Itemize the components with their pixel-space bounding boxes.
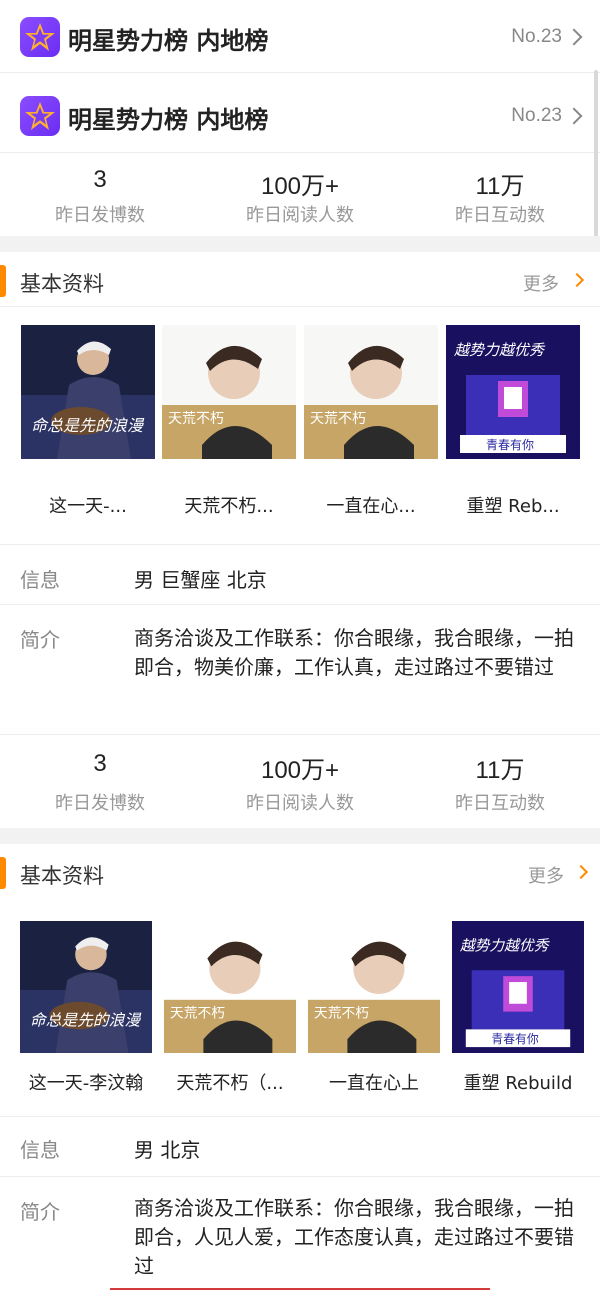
red-underline <box>110 1288 490 1290</box>
rank-number: No.23 <box>511 105 562 126</box>
stat-label: 昨日阅读人数 <box>246 205 354 226</box>
svg-text:青春有你: 青春有你 <box>486 438 534 452</box>
rank-title: 明星势力榜 内地榜 <box>68 27 269 55</box>
chevron-right-icon <box>565 107 583 125</box>
chevron-right-icon <box>573 864 589 880</box>
stat-label: 昨日发博数 <box>55 793 145 814</box>
album-caption: 重塑 Rebuild <box>463 1073 573 1094</box>
stat-value: 100万+ <box>260 173 340 200</box>
album-cover-1[interactable]: 命总是先的浪漫 <box>21 325 155 459</box>
svg-text:命总是先的浪漫: 命总是先的浪漫 <box>31 416 145 435</box>
info-label: 信息 <box>20 568 60 592</box>
stat-value: 3 <box>93 166 107 193</box>
album-caption: 一直在心上 <box>329 1073 419 1094</box>
album-cover-2[interactable]: 天荒不朽 <box>162 325 296 459</box>
svg-text:青春有你: 青春有你 <box>491 1032 538 1046</box>
album-cover-3[interactable]: 天荒不朽 <box>304 325 438 459</box>
album-caption: 这一天-... <box>49 496 127 517</box>
stat-value: 11万 <box>475 757 525 784</box>
svg-text:天荒不朽: 天荒不朽 <box>310 411 366 427</box>
star-rank-icon <box>20 17 60 57</box>
svg-text:越势力越优秀: 越势力越优秀 <box>460 938 551 955</box>
section-accent-bar <box>0 857 6 889</box>
stat-value: 11万 <box>475 173 525 200</box>
stat-value: 100万+ <box>260 757 340 784</box>
album-caption: 这一天-李汶翰 <box>28 1073 144 1094</box>
svg-text:越势力越优秀: 越势力越优秀 <box>454 341 546 359</box>
album-caption: 重塑 Reb... <box>466 496 560 517</box>
album-caption: 天荒不朽（... <box>176 1073 284 1094</box>
album-cover-4[interactable]: 越势力越优秀 青春有你 <box>452 921 584 1053</box>
svg-text:天荒不朽: 天荒不朽 <box>170 1006 225 1022</box>
album-cover-1[interactable]: 命总是先的浪漫 <box>20 921 152 1053</box>
stat-label: 昨日阅读人数 <box>246 793 354 814</box>
album-cover-3[interactable]: 天荒不朽 <box>308 921 440 1053</box>
info-value: 男 巨蟹座 北京 <box>134 568 267 592</box>
section-accent-bar <box>0 265 6 297</box>
stat-label: 昨日发博数 <box>55 205 145 226</box>
intro-label: 简介 <box>20 1200 60 1224</box>
info-value: 男 北京 <box>134 1138 201 1162</box>
section-title: 基本资料 <box>20 864 104 888</box>
album-caption: 天荒不朽... <box>184 496 274 517</box>
album-cover-2[interactable]: 天荒不朽 <box>164 921 296 1053</box>
more-label: 更多 <box>523 274 559 295</box>
more-label: 更多 <box>528 866 564 887</box>
stat-value: 3 <box>93 750 107 777</box>
info-label: 信息 <box>20 1138 60 1162</box>
rank-row-1[interactable]: 明星势力榜 内地榜 No.23 <box>0 0 600 72</box>
svg-text:天荒不朽: 天荒不朽 <box>168 411 224 427</box>
rank-row-2[interactable]: 明星势力榜 内地榜 No.23 <box>0 80 600 152</box>
stat-label: 昨日互动数 <box>455 205 545 226</box>
section-title: 基本资料 <box>20 272 104 296</box>
intro-label: 简介 <box>20 628 60 652</box>
intro-text: 商务洽谈及工作联系：你合眼缘，我合眼缘，一拍即合，人见人爱，工作态度认真，走过路… <box>134 1196 574 1278</box>
rank-title: 明星势力榜 内地榜 <box>68 106 269 134</box>
svg-text:天荒不朽: 天荒不朽 <box>314 1006 369 1022</box>
svg-text:命总是先的浪漫: 命总是先的浪漫 <box>30 1010 142 1029</box>
album-cover-4[interactable]: 越势力越优秀 青春有你 <box>446 325 580 459</box>
intro-text: 商务洽谈及工作联系：你合眼缘，我合眼缘，一拍即合，物美价廉，工作认真，走过路过不… <box>134 626 574 679</box>
rank-number: No.23 <box>511 26 562 47</box>
star-rank-icon <box>20 96 60 136</box>
chevron-right-icon <box>565 28 583 46</box>
album-caption: 一直在心... <box>326 496 416 517</box>
stat-label: 昨日互动数 <box>455 793 545 814</box>
chevron-right-icon <box>569 272 585 288</box>
